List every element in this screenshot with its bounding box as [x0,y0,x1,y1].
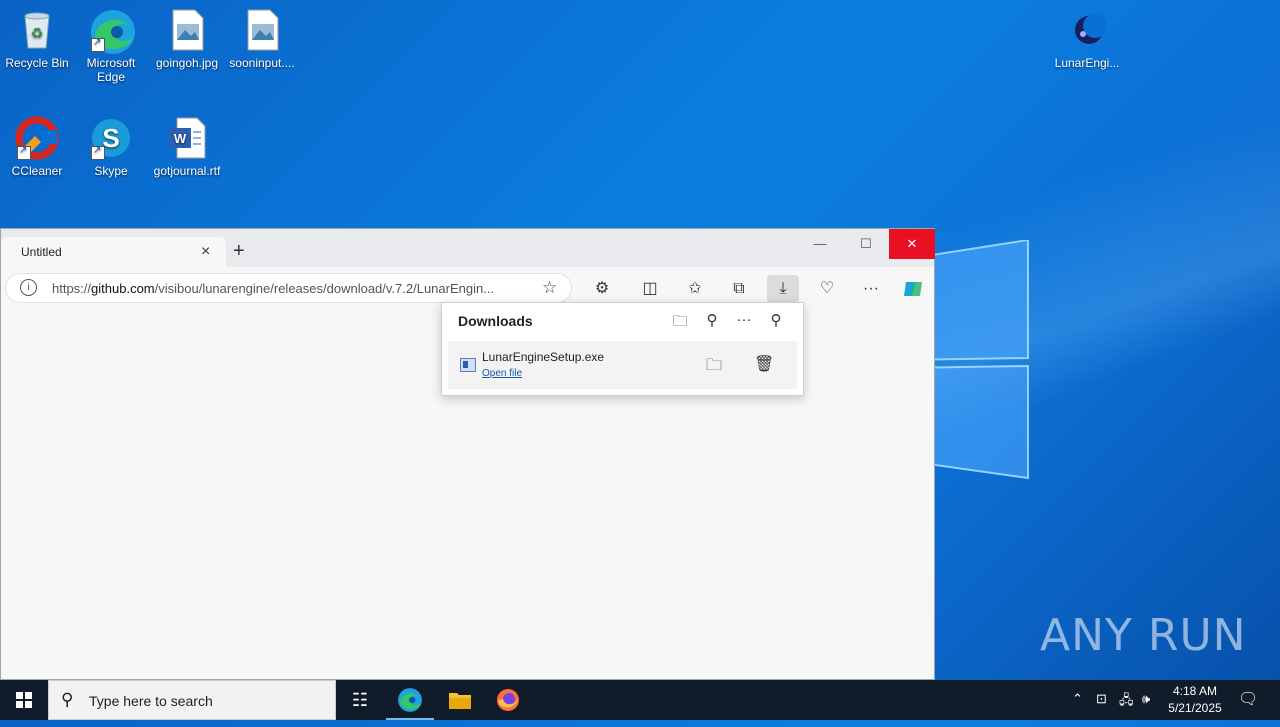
shortcut-arrow-icon [17,144,31,160]
search-icon: ⚲ [61,690,74,709]
desktop-icon-lunarengine[interactable]: LunarEngi... [1050,8,1124,70]
taskbar-edge[interactable] [386,680,434,720]
edge-icon [398,688,422,712]
desktop-icon-label: Microsoft Edge [86,56,136,84]
desktop-icon-recycle-bin[interactable]: ♻ Recycle Bin [0,8,74,70]
taskbar-file-explorer[interactable] [436,680,484,720]
exe-file-icon [460,358,476,372]
url-text[interactable]: https://github.com/visibou/lunarengine/r… [52,281,532,296]
url-domain: github.com [91,281,155,296]
notifications-icon[interactable]: 🗨 [1238,689,1258,709]
maximize-button[interactable]: ☐ [843,229,889,259]
clock[interactable]: 4:18 AM 5/21/2025 [1160,683,1230,717]
downloads-title: Downloads [458,313,533,329]
url-prefix: https:// [52,281,92,296]
svg-text:W: W [174,131,187,146]
downloads-more-options-icon[interactable]: ··· [733,311,755,331]
skype-icon: S [89,116,133,160]
delete-icon[interactable]: 🗑 [754,354,774,374]
desktop-icon-label: Skype [94,164,128,178]
shortcut-arrow-icon [91,36,105,52]
collections-icon[interactable]: ⧉ [723,275,755,303]
extensions-icon[interactable]: ⚙ [586,275,618,303]
show-hidden-icons-chevron-icon[interactable]: ⌃ [1072,691,1083,707]
tab-title: Untitled [21,245,62,259]
shortcut-arrow-icon [91,144,105,160]
pin-icon[interactable]: ⚲ [765,311,787,331]
download-item[interactable]: LunarEngineSetup.exe Open file 🗀 🗑 [448,341,797,389]
desktop-icon-microsoft-edge[interactable]: Microsoft Edge [74,8,148,84]
taskbar-firefox[interactable] [484,680,532,720]
new-tab-button[interactable]: + [233,241,245,261]
edge-icon [89,8,135,54]
minimize-button[interactable]: — [797,229,843,259]
task-view-icon[interactable]: ☷ [336,680,384,720]
ccleaner-icon [15,116,59,160]
taskbar: ⚲ Type here to search ☷ ⌃ ⊡ 🖧 🕪 4:18 AM … [0,680,1280,720]
desktop-icon-label: CCleaner [11,164,63,178]
firefox-icon [497,689,519,711]
more-options-icon[interactable]: ··· [855,275,887,303]
clock-time: 4:18 AM [1172,684,1218,698]
windows-start-icon [16,692,32,708]
anyrun-watermark: ANY RUN [1040,610,1247,661]
desktop-icon-label: sooninput.... [229,56,295,70]
tab-close-icon[interactable]: × [201,243,210,261]
desktop-icon-label: gotjournal.rtf [153,164,221,178]
moon-icon [1065,8,1109,52]
desktop-icon-gotjournal[interactable]: W gotjournal.rtf [150,116,224,178]
word-document-icon: W [165,116,209,160]
recycle-bin-icon: ♻ [15,8,59,52]
show-in-folder-icon[interactable]: 🗀 [706,354,722,381]
close-button[interactable]: ✕ [889,229,935,259]
desktop-icon-ccleaner[interactable]: CCleaner [0,116,74,178]
desktop-icon-label: Recycle Bin [5,56,69,70]
image-file-icon [240,8,284,52]
address-bar[interactable]: i https://github.com/visibou/lunarengine… [5,273,572,303]
search-placeholder: Type here to search [89,693,213,709]
download-filename: LunarEngineSetup.exe [482,350,605,364]
favorites-icon[interactable]: ✩ [679,275,711,303]
browser-window: Untitled × + — ☐ ✕ i https://github.com/… [0,228,935,680]
folder-icon [449,693,471,709]
start-button[interactable] [0,680,48,720]
network-icon[interactable]: 🖧 [1119,691,1134,713]
image-file-icon [165,8,209,52]
tab-untitled[interactable]: Untitled × [1,237,226,267]
favorite-star-icon[interactable]: ☆ [542,278,557,298]
desktop-icon-sooninput[interactable]: sooninput.... [225,8,299,70]
tray-app-icon[interactable]: ⊡ [1096,691,1107,707]
info-icon[interactable]: i [20,279,37,296]
browser-essentials-icon[interactable]: ♡ [811,275,843,303]
split-screen-icon[interactable]: ◫ [634,275,666,303]
browser-titlebar: Untitled × + — ☐ ✕ [1,229,935,267]
clock-date: 5/21/2025 [1168,701,1222,715]
url-path: /visibou/lunarengine/releases/download/v… [154,281,495,296]
volume-icon[interactable]: 🕪 [1142,691,1150,707]
desktop-icon-label: goingoh.jpg [155,56,219,70]
taskbar-search[interactable]: ⚲ Type here to search [48,680,336,720]
desktop-icon-label: LunarEngi... [1054,56,1120,70]
desktop-icon-goingoh[interactable]: goingoh.jpg [150,8,224,70]
desktop-icon-skype[interactable]: S Skype [74,116,148,178]
open-file-link[interactable]: Open file [482,368,522,379]
downloads-icon[interactable]: ⤓ [767,275,799,303]
search-downloads-icon[interactable]: ⚲ [701,311,723,331]
copilot-icon[interactable] [897,275,929,303]
svg-text:♻: ♻ [31,26,44,42]
downloads-panel: Downloads 🗀 ⚲ ··· ⚲ LunarEngineSetup.exe… [441,302,804,396]
open-downloads-folder-icon[interactable]: 🗀 [669,311,691,331]
